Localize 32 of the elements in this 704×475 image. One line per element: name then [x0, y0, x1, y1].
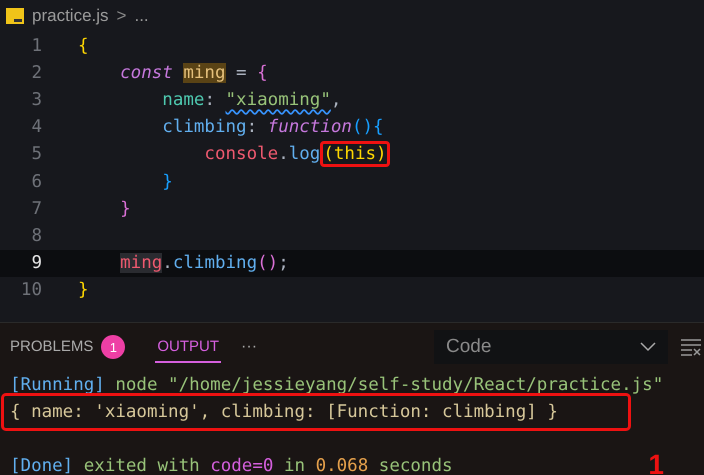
line-number: 7: [30, 198, 42, 219]
output-channel-dropdown[interactable]: Code: [434, 330, 668, 364]
javascript-file-icon: [6, 8, 24, 24]
count-badge: 1: [101, 335, 126, 359]
output-line: [Done] exited with code=0 in 0.068 seconds: [9, 454, 454, 475]
code-line: const ming = {: [119, 62, 268, 83]
more-button[interactable]: ···: [237, 338, 262, 356]
breadcrumb-file[interactable]: practice.js: [32, 6, 109, 26]
line-number: 9: [30, 253, 42, 274]
line-number: 6: [30, 172, 42, 192]
line-number: 8: [30, 226, 42, 246]
breadcrumb-more[interactable]: ...: [134, 6, 149, 26]
chevron-down-icon: [640, 342, 656, 352]
breadcrumb-separator: >: [116, 6, 126, 26]
code-line: name: "xiaoming",: [161, 90, 342, 110]
line-number: 10: [20, 280, 42, 300]
code-line: ming.climbing();: [78, 253, 289, 274]
line-number: 5: [30, 144, 42, 164]
code-line: }: [119, 198, 131, 219]
line-number: 3: [30, 90, 42, 110]
line-number: 2: [30, 62, 42, 83]
clear-output-icon[interactable]: [680, 338, 702, 356]
code-line: }: [78, 280, 89, 300]
panel-tab[interactable]: OUTPUT: [155, 332, 222, 362]
code-line: {: [78, 36, 89, 56]
panel-tab[interactable]: PROBLEMS: [8, 332, 96, 362]
line-number: 1: [30, 36, 42, 56]
line-number: 4: [30, 117, 42, 138]
code-line: console.log (this): [78, 144, 390, 164]
code-line: climbing: function(){: [161, 117, 384, 138]
code-line: }: [161, 172, 173, 192]
annotation-number: 1: [648, 451, 664, 475]
